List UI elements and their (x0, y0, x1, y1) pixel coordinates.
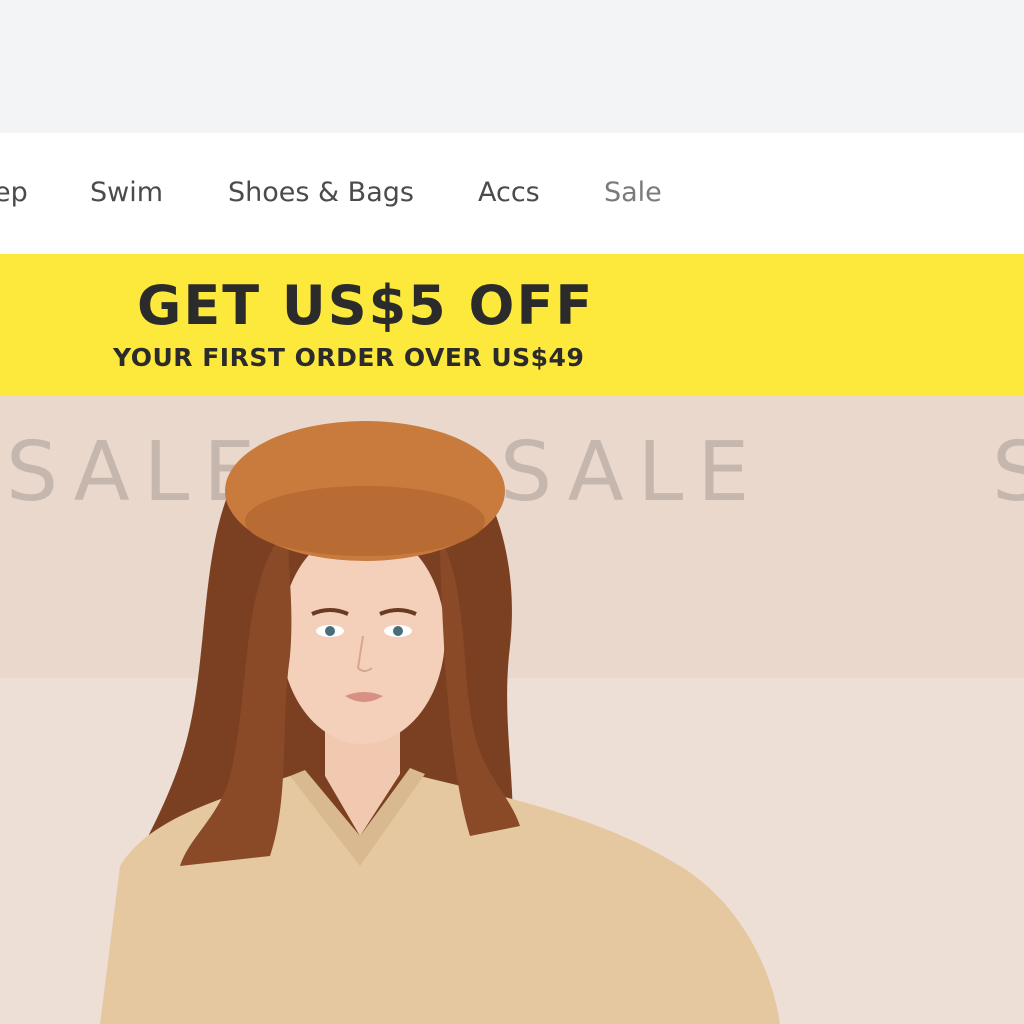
beret-band (245, 486, 485, 556)
model-photo (100, 421, 780, 1024)
nav-item-swim[interactable]: Swim (90, 174, 163, 212)
promo-headline: GET US$5 OFF (137, 274, 595, 337)
page: ep Swim Shoes & Bags Accs Sale GET US$5 … (0, 0, 1024, 1024)
sweater-shape (100, 776, 780, 1024)
nav-item-accs[interactable]: Accs (478, 174, 540, 212)
nav-item-sale[interactable]: Sale (604, 174, 662, 212)
hero-sale-word: S (992, 428, 1024, 518)
promo-subline: YOUR FIRST ORDER OVER US$49 (113, 343, 585, 372)
nav-item-shoes-bags[interactable]: Shoes & Bags (228, 174, 414, 212)
right-iris (393, 626, 403, 636)
nav-item-sleep[interactable]: ep (0, 174, 28, 212)
top-header-area (0, 0, 1024, 133)
left-iris (325, 626, 335, 636)
